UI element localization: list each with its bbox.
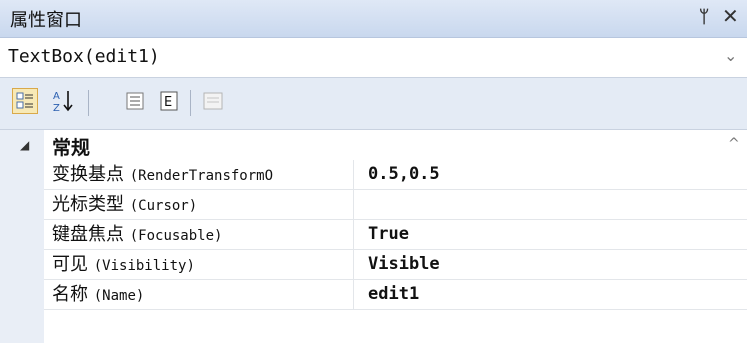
sort-alphabetical-button[interactable]: A Z <box>50 88 76 114</box>
svg-text:A: A <box>53 91 60 102</box>
property-grid: ◢ 常规 ^ 变换基点 (RenderTransformO 0.5,0.5 光标… <box>0 130 747 343</box>
category-general[interactable]: ◢ 常规 ^ <box>0 130 747 160</box>
property-row-render-transform-origin[interactable]: 变换基点 (RenderTransformO 0.5,0.5 <box>44 160 747 190</box>
title-bar: 属性窗口 ᛘ ✕ <box>0 0 747 38</box>
chevron-down-icon[interactable]: ⌄ <box>724 46 737 65</box>
toolbar-separator <box>88 90 89 116</box>
property-row-cursor[interactable]: 光标类型 (Cursor) <box>44 190 747 220</box>
properties-button[interactable] <box>122 88 148 114</box>
property-name: 键盘焦点 (Focusable) <box>44 220 354 249</box>
property-row-visibility[interactable]: 可见 (Visibility) Visible <box>44 250 747 280</box>
property-value[interactable]: edit1 <box>368 280 419 309</box>
properties-icon <box>126 92 144 110</box>
categorized-button[interactable] <box>12 88 38 114</box>
property-pages-icon <box>203 92 223 110</box>
events-button[interactable]: E <box>156 88 182 114</box>
object-selector-value: TextBox(edit1) <box>8 46 160 67</box>
window-title: 属性窗口 <box>10 10 82 31</box>
property-row-name[interactable]: 名称 (Name) edit1 <box>44 280 747 310</box>
categorized-icon <box>16 92 33 109</box>
svg-text:Z: Z <box>53 103 60 113</box>
collapse-icon[interactable]: ◢ <box>20 138 29 152</box>
property-name: 光标类型 (Cursor) <box>44 190 354 219</box>
property-pages-button[interactable] <box>200 88 226 114</box>
close-icon[interactable]: ✕ <box>722 4 739 28</box>
property-row-focusable[interactable]: 键盘焦点 (Focusable) True <box>44 220 747 250</box>
svg-text:E: E <box>164 95 172 110</box>
pin-icon[interactable]: ᛘ <box>699 7 709 27</box>
property-value[interactable]: Visible <box>368 250 440 279</box>
properties-window: 属性窗口 ᛘ ✕ TextBox(edit1) ⌄ A Z E ◢ 常规 ^ 变… <box>0 0 747 343</box>
toolbar: A Z E <box>0 78 747 130</box>
object-selector[interactable]: TextBox(edit1) ⌄ <box>0 38 747 78</box>
sort-alphabetical-icon: A Z <box>53 91 73 113</box>
property-value[interactable]: True <box>368 220 409 249</box>
property-name: 名称 (Name) <box>44 280 354 309</box>
property-name: 可见 (Visibility) <box>44 250 354 279</box>
toolbar-separator <box>190 90 191 116</box>
property-value[interactable]: 0.5,0.5 <box>368 160 440 189</box>
category-label: 常规 <box>52 137 91 159</box>
grid-gutter <box>0 130 44 343</box>
events-icon: E <box>160 91 178 111</box>
scroll-up-icon[interactable]: ^ <box>728 136 740 152</box>
property-name: 变换基点 (RenderTransformO <box>44 160 354 189</box>
